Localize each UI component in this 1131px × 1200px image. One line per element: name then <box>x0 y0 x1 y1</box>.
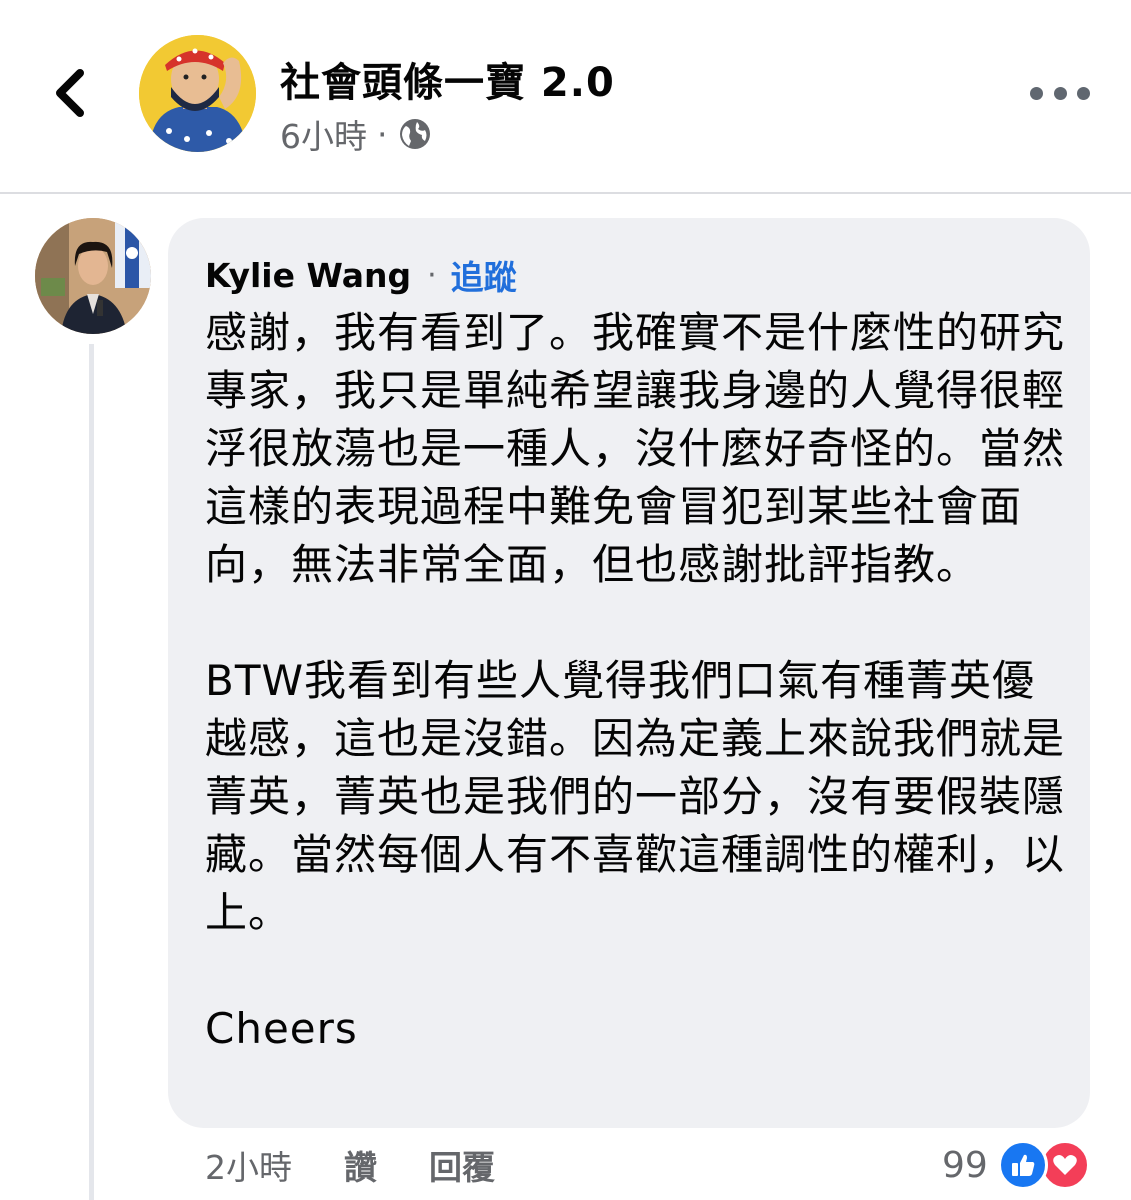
comment-text: 感謝，我有看到了。我確實不是什麼性的研究專家，我只是單純希望讓我身邊的人覺得很輕… <box>205 308 1066 1053</box>
thread-line <box>89 344 94 1200</box>
ellipsis-icon-dot <box>1077 86 1090 100</box>
more-options-button[interactable] <box>1030 78 1090 108</box>
page-title[interactable]: 社會頭條一寶 2.0 <box>280 50 615 108</box>
comment-time[interactable]: 2小時 <box>205 1141 292 1189</box>
post-meta: 6小時 · <box>280 112 432 156</box>
comment-author-name[interactable]: Kylie Wang <box>205 256 411 295</box>
reaction-summary[interactable]: 99 <box>942 1138 1090 1192</box>
page-avatar-illustration <box>139 35 256 152</box>
back-button[interactable] <box>40 58 100 128</box>
post-time[interactable]: 6小時 <box>280 110 367 158</box>
like-button[interactable]: 讚 <box>344 1141 377 1189</box>
follow-button[interactable]: 追蹤 <box>451 251 517 299</box>
thumbs-up-icon <box>997 1140 1048 1190</box>
commenter-avatar-photo <box>35 218 151 334</box>
author-separator: · <box>427 257 437 293</box>
ellipsis-icon-dot <box>1030 86 1043 100</box>
comment-author-row: Kylie Wang · 追蹤 <box>205 252 517 298</box>
commenter-avatar[interactable] <box>35 218 151 334</box>
page-avatar[interactable] <box>139 35 256 152</box>
globe-icon[interactable] <box>398 117 432 151</box>
chevron-left-icon <box>56 69 84 117</box>
reaction-count: 99 <box>942 1144 988 1186</box>
reply-button[interactable]: 回覆 <box>429 1141 495 1189</box>
post-header: 社會頭條一寶 2.0 6小時 · <box>0 0 1131 194</box>
ellipsis-icon-dot <box>1053 86 1067 100</box>
comment-actions: 2小時 讚 回覆 <box>205 1140 495 1190</box>
meta-separator: · <box>377 114 388 154</box>
